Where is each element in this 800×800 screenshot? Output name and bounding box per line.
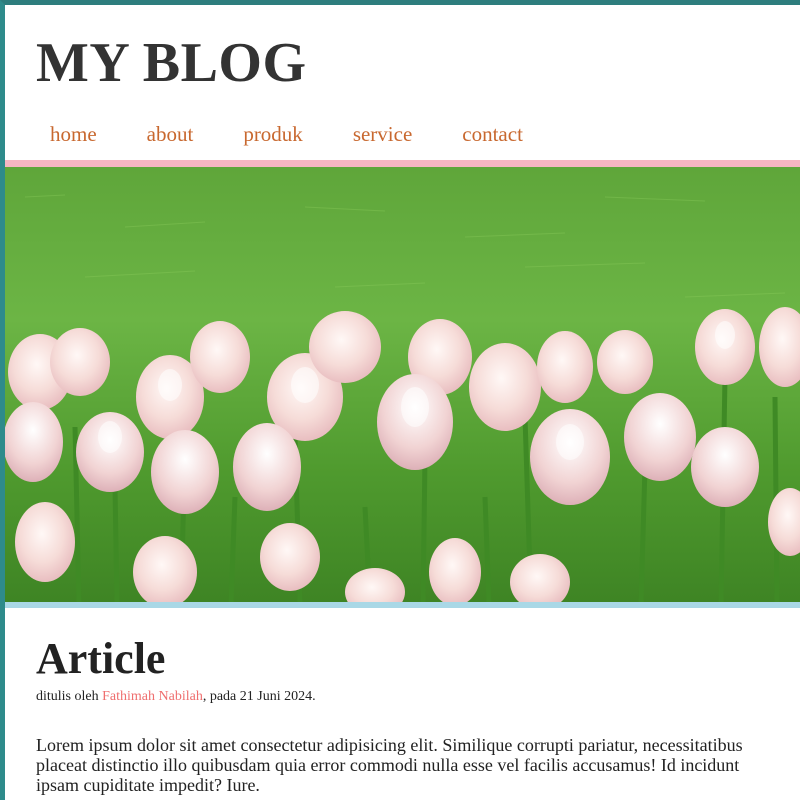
nav-link-about[interactable]: about <box>147 122 194 146</box>
meta-prefix: ditulis oleh <box>36 689 103 705</box>
hero-divider-blue <box>5 602 800 608</box>
article-body: Lorem ipsum dolor sit amet consectetur a… <box>36 735 800 795</box>
page-frame: MY BLOG home about produk service contac… <box>0 0 800 800</box>
article-title: Article <box>36 634 166 683</box>
nav-list: home about produk service contact <box>5 122 800 147</box>
author-link[interactable]: Fathimah Nabilah <box>102 689 203 704</box>
nav-link-produk[interactable]: produk <box>243 122 303 146</box>
nav-item-service: service <box>353 122 412 147</box>
body-line: Lorem ipsum dolor sit amet consectetur a… <box>36 735 743 756</box>
site-header: MY BLOG home about produk service contac… <box>5 5 800 161</box>
nav-item-home: home <box>50 122 97 147</box>
body-line: ipsam cupiditate impedit? Iure. <box>36 775 260 796</box>
nav-item-contact: contact <box>462 122 523 147</box>
article: Article ditulis oleh Fathimah Nabilah, p… <box>36 634 800 795</box>
hero-image <box>5 167 800 604</box>
main-nav: home about produk service contact <box>5 122 800 152</box>
body-line: placeat distinctio illo quibusdam quia e… <box>36 755 740 776</box>
nav-item-produk: produk <box>243 122 303 147</box>
nav-item-about: about <box>147 122 194 147</box>
header-divider-pink <box>5 160 800 167</box>
site-title: MY BLOG <box>36 32 307 94</box>
nav-link-service[interactable]: service <box>353 122 412 146</box>
nav-link-home[interactable]: home <box>50 122 97 146</box>
meta-suffix: , pada 21 Juni 2024. <box>202 689 316 705</box>
tulip-field-photo <box>5 167 800 604</box>
article-meta: ditulis oleh Fathimah Nabilah, pada 21 J… <box>36 689 800 705</box>
nav-link-contact[interactable]: contact <box>462 122 523 146</box>
